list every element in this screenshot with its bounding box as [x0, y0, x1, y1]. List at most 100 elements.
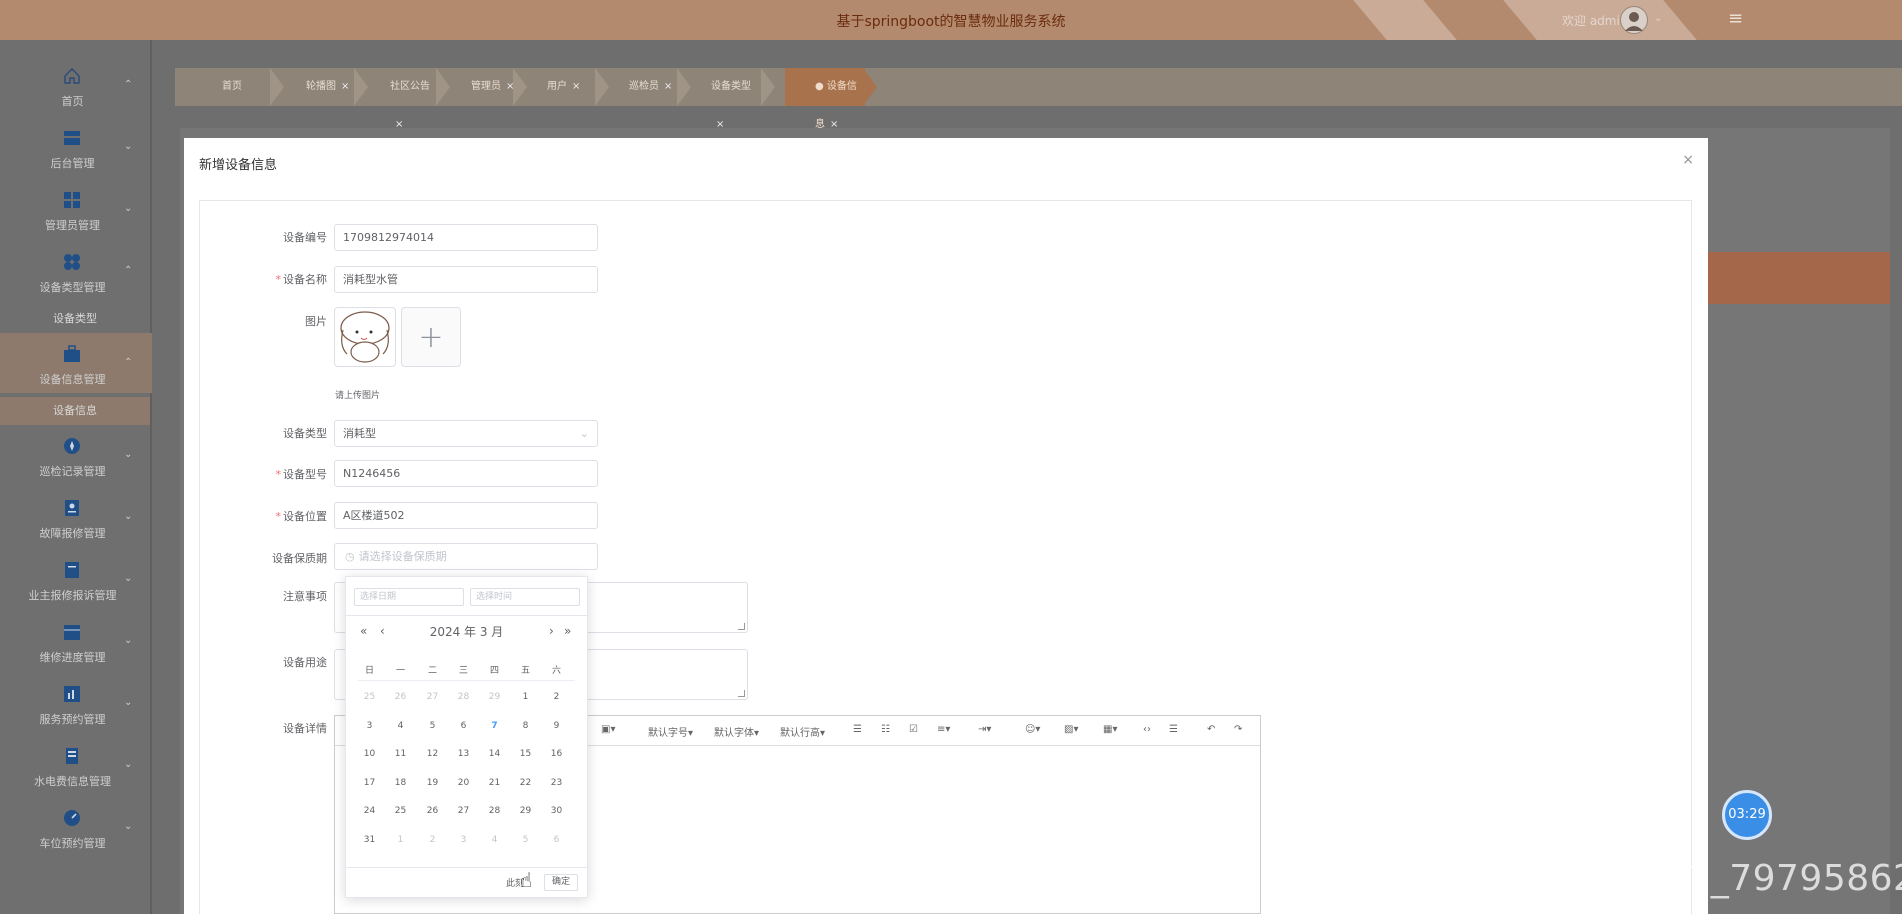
font-size-dropdown[interactable]: 默认字号▾: [648, 724, 693, 739]
close-icon[interactable]: ×: [1682, 152, 1694, 168]
device-name-input[interactable]: 消耗型水管: [334, 266, 598, 293]
tab-2[interactable]: 轮播图 ×: [276, 68, 356, 106]
sidebar-subitem-device-info[interactable]: 设备信息: [0, 397, 150, 425]
todo-icon[interactable]: ☑: [909, 724, 918, 735]
calendar-day[interactable]: 1: [385, 835, 416, 845]
hamburger-icon[interactable]: ≡: [1728, 8, 1743, 29]
sidebar-item-9[interactable]: 维修进度管理 ⌄: [0, 611, 152, 671]
undo-icon[interactable]: ↶: [1207, 724, 1215, 735]
calendar-day[interactable]: 16: [541, 749, 572, 759]
tab-close-icon[interactable]: ×: [341, 81, 349, 92]
code-icon[interactable]: ‹›: [1143, 724, 1151, 735]
calendar-day[interactable]: 25: [354, 692, 385, 702]
picker-date-input[interactable]: 选择日期: [354, 588, 464, 606]
sidebar-item-5[interactable]: 设备信息管理 ⌃: [0, 333, 152, 393]
emoji-icon[interactable]: ☺▾: [1025, 724, 1040, 735]
calendar-day[interactable]: 8: [510, 721, 541, 731]
redo-icon[interactable]: ↷: [1234, 724, 1242, 735]
user-avatar[interactable]: [1620, 6, 1648, 34]
warranty-date-input[interactable]: ◷ 请选择设备保质期: [334, 543, 598, 570]
tab-close-icon[interactable]: ×: [664, 81, 672, 92]
sidebar-item-3[interactable]: 管理员管理 ⌄: [0, 179, 152, 239]
table-icon[interactable]: ▦▾: [1103, 724, 1117, 735]
next-month-icon[interactable]: ›: [549, 624, 554, 638]
picker-confirm-button[interactable]: 确定: [544, 874, 578, 891]
picker-time-input[interactable]: 选择时间: [470, 588, 580, 606]
font-color-icon[interactable]: ▣▾: [601, 724, 615, 735]
sidebar-item-6[interactable]: 巡检记录管理 ⌄: [0, 425, 152, 485]
numbered-list-icon[interactable]: ☷: [881, 724, 890, 735]
sidebar-item-8[interactable]: 业主报修报诉管理 ⌄: [0, 549, 152, 609]
calendar-day[interactable]: 12: [417, 749, 448, 759]
sidebar-item-10[interactable]: 服务预约管理 ⌄: [0, 673, 152, 733]
tab-close-icon[interactable]: ×: [572, 81, 580, 92]
calendar-day[interactable]: 5: [417, 721, 448, 731]
calendar-day[interactable]: 5: [510, 835, 541, 845]
calendar-day[interactable]: 9: [541, 721, 572, 731]
calendar-day[interactable]: 2: [541, 692, 572, 702]
calendar-day[interactable]: 20: [448, 778, 479, 788]
calendar-day[interactable]: 13: [448, 749, 479, 759]
tab-5[interactable]: 用户 ×: [517, 68, 597, 106]
tab-1[interactable]: 首页: [192, 68, 272, 106]
tab-6[interactable]: 巡检员 ×: [599, 68, 679, 106]
calendar-day[interactable]: 28: [479, 806, 510, 816]
tab-7[interactable]: 设备类型×: [681, 68, 763, 130]
sidebar-item-11[interactable]: 水电费信息管理 ⌄: [0, 735, 152, 795]
calendar-day[interactable]: 6: [541, 835, 572, 845]
font-family-dropdown[interactable]: 默认字体▾: [714, 724, 759, 739]
sidebar-item-4[interactable]: 设备类型管理 ⌃: [0, 241, 152, 301]
tab-8[interactable]: ● 设备信息 ×: [785, 68, 865, 130]
calendar-day[interactable]: 11: [385, 749, 416, 759]
calendar-day[interactable]: 25: [385, 806, 416, 816]
sidebar-item-12[interactable]: 车位预约管理 ⌄: [0, 797, 152, 857]
sidebar-item-7[interactable]: 故障报修管理 ⌄: [0, 487, 152, 547]
calendar-day[interactable]: 7: [479, 721, 510, 731]
calendar-day[interactable]: 27: [417, 692, 448, 702]
image-upload-button[interactable]: +: [401, 307, 461, 367]
uploaded-image-thumbnail[interactable]: [334, 307, 396, 367]
calendar-day[interactable]: 27: [448, 806, 479, 816]
calendar-day[interactable]: 10: [354, 749, 385, 759]
calendar-day[interactable]: 30: [541, 806, 572, 816]
tab-4[interactable]: 管理员 ×: [441, 68, 515, 106]
indent-icon[interactable]: ⇥▾: [978, 724, 991, 735]
calendar-day[interactable]: 19: [417, 778, 448, 788]
divider-icon[interactable]: ☰: [1169, 724, 1178, 735]
calendar-day[interactable]: 24: [354, 806, 385, 816]
calendar-day[interactable]: 3: [354, 721, 385, 731]
calendar-day[interactable]: 6: [448, 721, 479, 731]
align-icon[interactable]: ≡▾: [937, 724, 950, 735]
image-icon[interactable]: ▨▾: [1064, 724, 1078, 735]
chevron-down-icon[interactable]: ⌄: [1654, 13, 1662, 24]
next-year-icon[interactable]: »: [564, 624, 571, 638]
calendar-day[interactable]: 28: [448, 692, 479, 702]
sidebar-item-2[interactable]: 后台管理 ⌄: [0, 117, 152, 177]
calendar-day[interactable]: 17: [354, 778, 385, 788]
calendar-day[interactable]: 21: [479, 778, 510, 788]
sidebar-item-1[interactable]: 首页 ⌃: [0, 55, 152, 115]
calendar-day[interactable]: 31: [354, 835, 385, 845]
sidebar-subitem-device-type[interactable]: 设备类型: [0, 305, 150, 333]
line-height-dropdown[interactable]: 默认行高▾: [780, 724, 825, 739]
device-code-input[interactable]: 1709812974014: [334, 224, 598, 251]
bullet-list-icon[interactable]: ☰: [853, 724, 862, 735]
calendar-day[interactable]: 22: [510, 778, 541, 788]
calendar-day[interactable]: 15: [510, 749, 541, 759]
calendar-day[interactable]: 1: [510, 692, 541, 702]
calendar-day[interactable]: 26: [385, 692, 416, 702]
device-type-select[interactable]: 消耗型 ⌄: [334, 420, 598, 447]
device-model-input[interactable]: N1246456: [334, 460, 598, 487]
calendar-day[interactable]: 3: [448, 835, 479, 845]
calendar-day[interactable]: 18: [385, 778, 416, 788]
tab-3[interactable]: 社区公告×: [360, 68, 438, 130]
calendar-day[interactable]: 29: [510, 806, 541, 816]
calendar-day[interactable]: 14: [479, 749, 510, 759]
calendar-day[interactable]: 26: [417, 806, 448, 816]
device-location-input[interactable]: A区楼道502: [334, 502, 598, 529]
calendar-day[interactable]: 2: [417, 835, 448, 845]
calendar-day[interactable]: 23: [541, 778, 572, 788]
calendar-day[interactable]: 29: [479, 692, 510, 702]
calendar-day[interactable]: 4: [479, 835, 510, 845]
calendar-day[interactable]: 4: [385, 721, 416, 731]
